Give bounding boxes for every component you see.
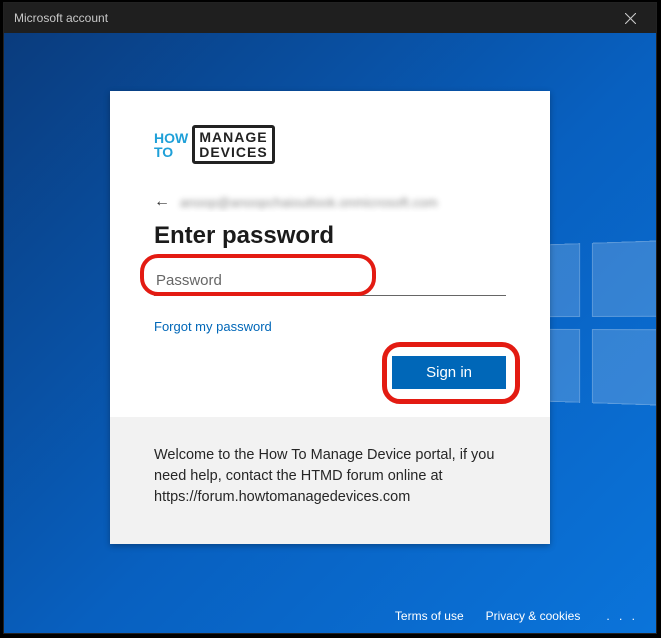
password-input[interactable] [154,266,506,296]
signin-button[interactable]: Sign in [392,356,506,389]
page-heading: Enter password [154,222,506,250]
logo-text-to: TO [154,145,188,159]
footer: Terms of use Privacy & cookies . . . [4,603,656,633]
signin-card: HOW TO MANAGE DEVICES ← anoop@anoopchaio… [110,91,550,544]
privacy-link[interactable]: Privacy & cookies [486,609,581,623]
terms-link[interactable]: Terms of use [395,609,464,623]
window-title: Microsoft account [14,11,108,25]
close-icon [625,13,636,24]
tenant-logo: HOW TO MANAGE DEVICES [154,125,506,164]
app-window: Microsoft account HOW TO MANAGE [3,2,657,634]
close-button[interactable] [610,3,650,33]
logo-text-manage: MANAGE [199,130,267,145]
identity-row: ← anoop@anoopchaioutlook.onmicrosoft.com [154,192,506,212]
card-body: HOW TO MANAGE DEVICES ← anoop@anoopchaio… [110,91,550,417]
logo-box: MANAGE DEVICES [192,125,274,164]
info-panel: Welcome to the How To Manage Device port… [110,417,550,544]
forgot-password-link[interactable]: Forgot my password [154,319,272,334]
back-arrow-icon[interactable]: ← [154,193,170,211]
button-row: Sign in [154,356,506,417]
password-field-wrap [154,266,506,296]
more-options-button[interactable]: . . . [602,609,642,623]
content-area: HOW TO MANAGE DEVICES ← anoop@anoopchaio… [4,33,656,603]
titlebar: Microsoft account [4,3,656,33]
identity-email[interactable]: anoop@anoopchaioutlook.onmicrosoft.com [180,195,438,210]
logo-text-devices: DEVICES [199,145,267,160]
info-text: Welcome to the How To Manage Device port… [154,447,494,505]
logo-howto: HOW TO [154,131,188,159]
